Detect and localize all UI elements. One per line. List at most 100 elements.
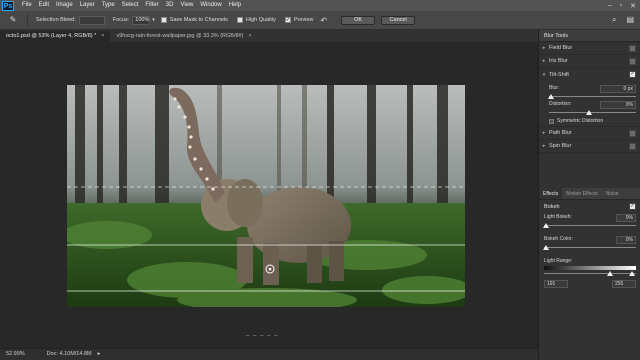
tab-rain-forest[interactable]: v9hscg-rain-forest-wallpaper.jpg @ 33.3%… <box>110 31 257 42</box>
menu-edit[interactable]: Edit <box>39 0 49 11</box>
slider-thumb[interactable] <box>548 94 554 99</box>
photoshop-logo: Ps <box>2 0 14 11</box>
blur-item-label: Path Blur <box>549 130 572 136</box>
close-icon[interactable]: ✕ <box>630 2 636 10</box>
window-controls: – ▫ ✕ <box>608 0 636 11</box>
field-blur-checkbox[interactable] <box>629 45 636 52</box>
document-tabs: octo1.psd @ 53% (Layer 4, RGB/8) * × v9hs… <box>0 30 538 42</box>
zoom-level[interactable]: 52.99% <box>6 349 25 360</box>
menu-file[interactable]: File <box>22 0 32 11</box>
distortion-value[interactable]: 0% <box>600 101 636 109</box>
photoshop-window: Ps File Edit Image Layer Type Select Fil… <box>0 0 640 360</box>
bokeh-color-value[interactable]: 0% <box>616 236 636 244</box>
chevron-right-icon: ▸ <box>542 58 546 64</box>
blur-item-field-blur[interactable]: ▸ Field Blur <box>539 42 640 55</box>
light-bokeh-value[interactable]: 0% <box>616 214 636 222</box>
close-tab-icon[interactable]: × <box>248 33 251 39</box>
divider <box>27 14 28 26</box>
spin-blur-checkbox[interactable] <box>629 143 636 150</box>
light-range-low-thumb[interactable] <box>607 271 613 276</box>
slider-track <box>544 273 636 274</box>
menu-type[interactable]: Type <box>102 0 115 11</box>
ok-button[interactable]: OK <box>341 15 376 25</box>
high-quality-checkbox[interactable] <box>236 17 243 23</box>
canvas-area[interactable]: – – – – – <box>0 42 538 348</box>
menu-help[interactable]: Help <box>229 0 241 11</box>
blur-item-path-blur[interactable]: ▸ Path Blur <box>539 127 640 140</box>
slider-thumb[interactable] <box>543 223 549 228</box>
tab-noise[interactable]: Noise <box>602 188 623 199</box>
close-tab-icon[interactable]: × <box>101 33 104 39</box>
bokeh-color-slider[interactable] <box>543 245 636 250</box>
bokeh-checkbox[interactable]: ✓ <box>629 203 636 210</box>
focus-dropdown-icon[interactable]: ▾ <box>152 17 155 23</box>
symmetric-distortion-label: Symmetric Distortion <box>557 118 604 124</box>
maximize-icon[interactable]: ▫ <box>620 2 622 9</box>
tab-octo1[interactable]: octo1.psd @ 53% (Layer 4, RGB/8) * × <box>0 31 111 42</box>
slider-thumb[interactable] <box>586 110 592 115</box>
effects-tabs: Effects Motion Effects Noise <box>539 188 640 200</box>
blur-item-iris-blur[interactable]: ▸ Iris Blur <box>539 55 640 68</box>
blur-tool-icon[interactable]: ✎ <box>7 14 19 26</box>
blur-slider[interactable] <box>548 94 636 99</box>
tab-label: v9hscg-rain-forest-wallpaper.jpg @ 33.3%… <box>116 33 244 39</box>
symmetric-distortion-checkbox[interactable] <box>549 118 554 124</box>
menu-bar: Ps File Edit Image Layer Type Select Fil… <box>0 0 640 11</box>
blur-tools-header: Blur Tools <box>539 30 640 42</box>
blur-tools-panel: Blur Tools ▸ Field Blur ▸ Iris Blur ▾ Ti… <box>538 30 640 360</box>
slider-thumb[interactable] <box>543 245 549 250</box>
document-image[interactable] <box>67 85 465 307</box>
light-bokeh-slider[interactable] <box>543 223 636 228</box>
distortion-slider[interactable] <box>549 110 636 115</box>
light-range-low-value[interactable]: 191 <box>544 280 568 288</box>
focus-input[interactable]: 100% <box>132 15 151 25</box>
blur-value[interactable]: 0 px <box>600 85 636 93</box>
menu-layer[interactable]: Layer <box>80 0 95 11</box>
bokeh-color-label: Bokeh Color: <box>544 236 573 242</box>
preview-label: Preview <box>293 17 314 23</box>
light-range-label: Light Range: <box>544 258 573 264</box>
effects-panel: Effects Motion Effects Noise Bokeh ✓ Lig… <box>539 188 640 288</box>
workspace-controls: ⌕ ▤ <box>612 15 634 25</box>
reset-icon[interactable]: ↶ <box>320 16 327 25</box>
status-arrow-icon[interactable]: ▸ <box>98 349 101 360</box>
blur-item-label: Field Blur <box>549 45 573 51</box>
workspace-icon[interactable]: ▤ <box>626 15 634 25</box>
menu-select[interactable]: Select <box>122 0 139 11</box>
iris-blur-checkbox[interactable] <box>629 58 636 65</box>
menu-3d[interactable]: 3D <box>166 0 174 11</box>
tab-motion-effects[interactable]: Motion Effects <box>562 188 602 199</box>
tilt-shift-settings: Blur: 0 px Distortion: 0% Symmetric Dist… <box>539 81 640 127</box>
light-range-high-thumb[interactable] <box>629 271 635 276</box>
selection-bleed-label: Selection Bleed: <box>36 17 76 23</box>
effects-body: Bokeh ✓ Light Bokeh: 0% Bokeh Color: 0% <box>539 200 640 288</box>
menu-window[interactable]: Window <box>200 0 221 11</box>
path-blur-checkbox[interactable] <box>629 130 636 137</box>
tab-label: octo1.psd @ 53% (Layer 4, RGB/8) * <box>6 33 97 39</box>
blur-item-tilt-shift[interactable]: ▾ Tilt-Shift ✓ <box>539 68 640 81</box>
menu-view[interactable]: View <box>180 0 193 11</box>
menu-image[interactable]: Image <box>56 0 73 11</box>
save-mask-checkbox[interactable] <box>160 17 167 23</box>
slider-track <box>544 225 636 226</box>
blur-item-spin-blur[interactable]: ▸ Spin Blur <box>539 140 640 153</box>
tilt-shift-checkbox[interactable]: ✓ <box>629 71 636 78</box>
light-range-row: Light Range: <box>544 258 636 264</box>
slider-track <box>549 112 636 113</box>
preview-checkbox[interactable]: ✓ <box>284 17 291 23</box>
blur-label: Blur: <box>549 85 560 91</box>
symmetric-distortion-row[interactable]: Symmetric Distortion <box>549 118 636 124</box>
selection-bleed-input[interactable] <box>78 15 105 25</box>
light-range-slider[interactable] <box>544 271 636 276</box>
cancel-button[interactable]: Cancel <box>381 15 416 25</box>
chevron-right-icon: ▸ <box>542 45 546 51</box>
minimize-icon[interactable]: – <box>608 2 612 9</box>
menu-filter[interactable]: Filter <box>145 0 158 11</box>
tab-effects[interactable]: Effects <box>539 188 563 199</box>
chevron-right-icon: ▸ <box>542 130 546 136</box>
bokeh-color-row: Bokeh Color: 0% <box>544 236 636 244</box>
light-range-high-value[interactable]: 255 <box>612 280 636 288</box>
chevron-right-icon: ▸ <box>542 143 546 149</box>
search-icon[interactable]: ⌕ <box>612 15 616 25</box>
light-range-gradient <box>544 266 636 270</box>
